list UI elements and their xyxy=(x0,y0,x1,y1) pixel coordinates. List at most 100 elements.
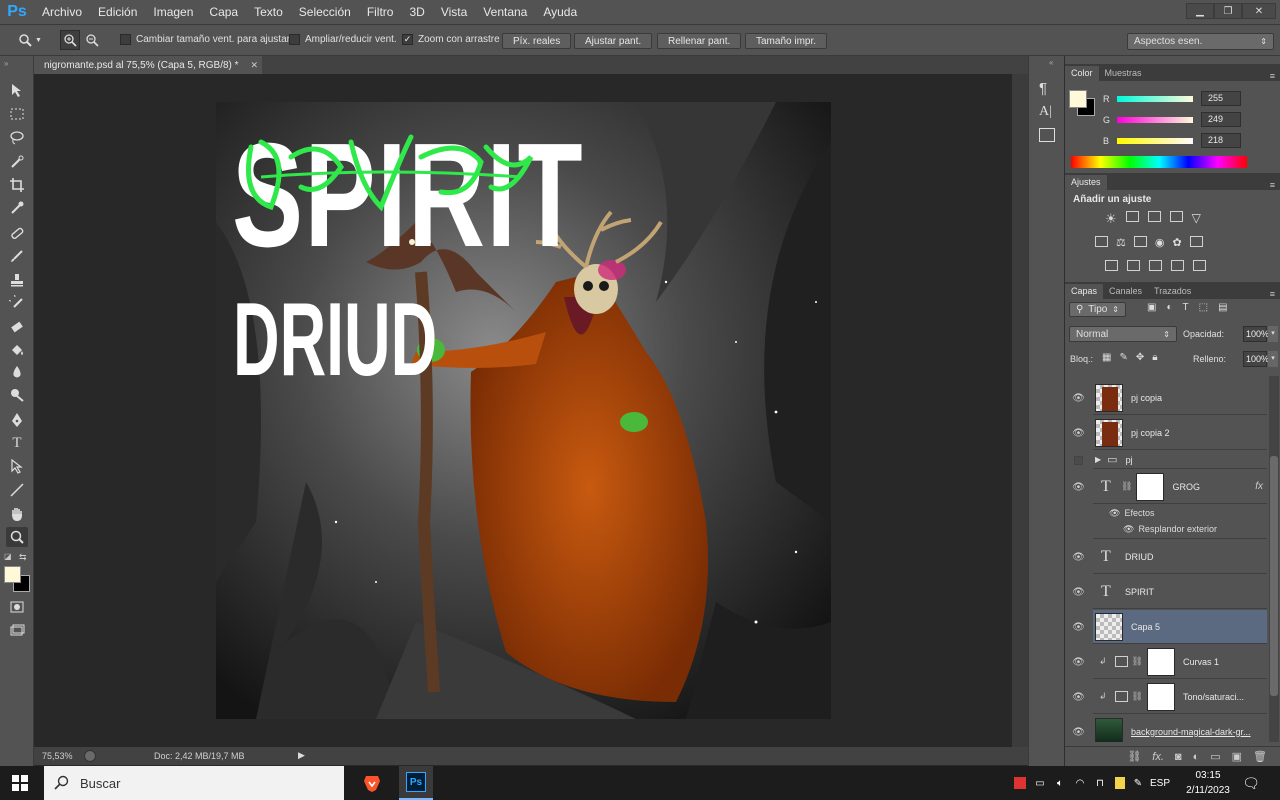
blue-slider[interactable] xyxy=(1117,137,1193,144)
fill-screen-button[interactable]: Rellenar pant. xyxy=(657,33,742,49)
eye-icon[interactable]: 👁︎ xyxy=(1123,524,1134,535)
red-value[interactable]: 255 xyxy=(1201,91,1241,106)
add-style-fx-icon[interactable]: fx. xyxy=(1152,751,1164,763)
layer-row[interactable]: T DRIUD xyxy=(1093,540,1267,574)
scrubby-zoom-option[interactable]: ✓ Zoom con arrastre xyxy=(402,34,500,45)
quick-mask-icon[interactable] xyxy=(6,597,28,617)
taskbar-search[interactable]: Buscar xyxy=(44,766,344,800)
close-tab-icon[interactable]: ✕ xyxy=(251,60,259,71)
menu-capa[interactable]: Capa xyxy=(201,0,246,24)
opacity-slider-toggle[interactable]: ▾ xyxy=(1268,326,1278,342)
layer-row[interactable]: ↲ ⛓ Curvas 1 xyxy=(1093,645,1267,679)
layer-row[interactable]: background-magical-dark-gr... xyxy=(1093,715,1267,742)
eye-icon[interactable]: 👁︎ xyxy=(1065,470,1092,504)
panel-menu-icon[interactable]: ≡ xyxy=(1270,71,1280,81)
lasso-tool-icon[interactable] xyxy=(6,128,28,148)
foreground-color-swatch[interactable] xyxy=(4,566,21,583)
filter-adjustment-icon[interactable]: ◐ xyxy=(1166,302,1172,313)
paint-bucket-tool-icon[interactable] xyxy=(6,340,28,360)
volume-icon[interactable]: 🔈︎ xyxy=(1052,766,1068,800)
color-spectrum-bar[interactable] xyxy=(1071,156,1247,168)
screen-mode-icon[interactable] xyxy=(6,621,28,641)
move-tool-icon[interactable] xyxy=(6,80,28,100)
fill-slider-toggle[interactable]: ▾ xyxy=(1268,351,1278,367)
pen-tray-icon[interactable]: ✎ xyxy=(1130,766,1146,800)
vibrance-icon[interactable]: ▽ xyxy=(1192,211,1201,227)
taskbar-photoshop-app[interactable]: Ps xyxy=(399,766,433,800)
tab-adjustments[interactable]: Ajustes xyxy=(1065,175,1107,190)
scrubby-zoom-checkbox[interactable]: ✓ xyxy=(402,34,413,45)
close-button[interactable]: ✕ xyxy=(1242,3,1276,19)
filter-pixel-icon[interactable]: ▣ xyxy=(1147,302,1156,313)
type-tool-icon[interactable]: T xyxy=(6,433,28,453)
panel-menu-icon[interactable]: ≡ xyxy=(1270,180,1280,190)
pen-tool-icon[interactable] xyxy=(6,410,28,430)
usb-icon[interactable]: ⊓ xyxy=(1092,766,1108,800)
lock-position-icon[interactable]: ✥ xyxy=(1136,352,1144,363)
eye-icon[interactable]: 👁︎ xyxy=(1065,381,1092,415)
fill-input[interactable]: 100% xyxy=(1243,351,1269,367)
brightness-icon[interactable]: ☀ xyxy=(1105,211,1117,227)
print-size-button[interactable]: Tamaño impr. xyxy=(745,33,828,49)
notes-tray-icon[interactable] xyxy=(1112,766,1128,800)
eye-icon[interactable]: 👁︎ xyxy=(1065,680,1092,714)
link-layers-icon[interactable]: ⛓ xyxy=(1127,750,1141,763)
restore-button[interactable]: ❐ xyxy=(1214,3,1242,19)
workspace-dropdown[interactable]: Aspectos esen. ⇕ xyxy=(1127,33,1274,50)
eye-icon[interactable]: 👁︎ xyxy=(1065,610,1092,644)
fit-screen-button[interactable]: Ajustar pant. xyxy=(574,33,653,49)
menu-edicion[interactable]: Edición xyxy=(90,0,145,24)
green-slider[interactable] xyxy=(1117,116,1193,123)
character-icon[interactable]: A| xyxy=(1039,104,1052,120)
tab-channels[interactable]: Canales xyxy=(1103,284,1148,299)
default-colors-icon[interactable]: ◪ xyxy=(4,552,12,561)
fx-icon[interactable]: fx xyxy=(1255,481,1263,492)
exposure-icon[interactable] xyxy=(1169,211,1183,222)
layer-row[interactable]: ↲ ⛓ Tono/saturaci... xyxy=(1093,680,1267,714)
brush-tool-icon[interactable] xyxy=(6,246,28,266)
filter-smart-object-icon[interactable]: ▤ xyxy=(1218,302,1227,313)
tab-color[interactable]: Color xyxy=(1065,66,1099,81)
outer-glow-effect-row[interactable]: 👁︎ Resplandor exterior xyxy=(1123,524,1217,535)
channel-mixer-icon[interactable]: ✿ xyxy=(1172,236,1181,249)
selective-color-icon[interactable] xyxy=(1171,260,1184,271)
actual-pixels-button[interactable]: Píx. reales xyxy=(502,33,572,49)
blur-tool-icon[interactable] xyxy=(6,362,28,382)
eraser-tool-icon[interactable] xyxy=(6,317,28,337)
layer-row[interactable]: pj copia 2 xyxy=(1093,416,1267,450)
panel-menu-icon[interactable]: ≡ xyxy=(1270,289,1280,299)
eye-icon[interactable]: 👁︎ xyxy=(1065,416,1092,450)
line-tool-icon[interactable] xyxy=(6,480,28,500)
tab-swatches[interactable]: Muestras xyxy=(1099,66,1148,81)
blue-value[interactable]: 218 xyxy=(1201,133,1241,148)
color-panel-foreground[interactable] xyxy=(1069,90,1087,108)
zoom-all-checkbox[interactable] xyxy=(289,34,300,45)
hidden-visibility-box[interactable] xyxy=(1065,451,1092,469)
menu-archivo[interactable]: Archivo xyxy=(34,0,90,24)
layers-scrollbar[interactable] xyxy=(1269,376,1279,742)
eye-icon[interactable]: 👁︎ xyxy=(1065,575,1092,609)
curves-icon[interactable] xyxy=(1147,211,1161,222)
zoom-all-option[interactable]: Ampliar/reducir vent. xyxy=(289,34,397,45)
eye-icon[interactable]: 👁︎ xyxy=(1065,715,1092,742)
layer-row-selected[interactable]: Capa 5 xyxy=(1093,610,1267,644)
antivirus-tray-icon[interactable] xyxy=(1012,766,1028,800)
opacity-input[interactable]: 100% xyxy=(1243,326,1269,342)
status-menu-arrow-icon[interactable]: ▶ xyxy=(298,750,305,761)
menu-seleccion[interactable]: Selección xyxy=(291,0,359,24)
photo-filter-icon[interactable]: ◉ xyxy=(1155,236,1165,249)
layer-filter-dropdown[interactable]: ⚲ Tipo ⇕ xyxy=(1069,302,1126,317)
layer-row[interactable]: T ⛓ GROG fx xyxy=(1093,470,1267,504)
healing-brush-tool-icon[interactable] xyxy=(6,223,28,243)
lock-transparent-icon[interactable]: ▦ xyxy=(1102,352,1111,363)
lock-image-icon[interactable]: ✎ xyxy=(1119,352,1127,363)
effects-row[interactable]: 👁︎ Efectos xyxy=(1109,508,1154,519)
menu-filtro[interactable]: Filtro xyxy=(359,0,402,24)
filter-type-icon[interactable]: T xyxy=(1183,302,1189,313)
properties-icon[interactable] xyxy=(1039,128,1055,142)
language-indicator[interactable]: ESP xyxy=(1150,766,1170,800)
threshold-icon[interactable] xyxy=(1149,260,1162,271)
tool-preset-picker[interactable]: ▼ xyxy=(18,31,48,49)
menu-ventana[interactable]: Ventana xyxy=(475,0,535,24)
swap-colors-icon[interactable]: ⇆ xyxy=(19,552,27,563)
